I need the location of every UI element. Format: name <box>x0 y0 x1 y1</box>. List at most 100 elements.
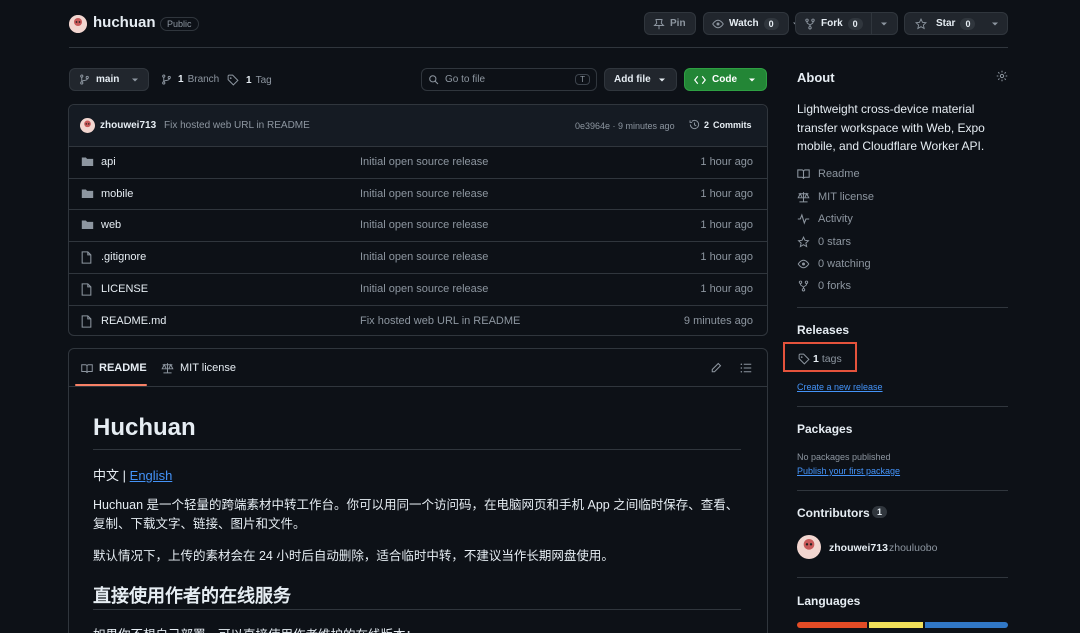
commits-link[interactable]: 2 Commits <box>689 119 752 130</box>
chevron-down-icon <box>749 78 755 81</box>
folder-icon-wrap <box>81 188 94 199</box>
gear-icon <box>996 70 1008 82</box>
file-name[interactable]: web <box>101 219 121 231</box>
about-forks-label: 0 forks <box>818 280 852 292</box>
star-count: 0 <box>960 17 976 30</box>
about-readme[interactable]: Readme <box>797 168 860 180</box>
file-commit-time: 9 minutes ago <box>683 314 753 327</box>
sidebar-divider-2 <box>797 406 1008 407</box>
file-row[interactable]: README.md Fix hosted web URL in README 9 m… <box>69 304 767 337</box>
packages-heading[interactable]: Packages <box>797 422 852 436</box>
about-settings-button[interactable] <box>996 70 1008 82</box>
release-tags-label: tags <box>821 353 842 365</box>
commit-hash-time[interactable]: 0e3964e · 9 minutes ago <box>575 121 675 131</box>
create-release-link[interactable]: Create a new release <box>797 382 883 392</box>
about-activity-label: Activity <box>818 213 853 225</box>
file-commit-message[interactable]: Fix hosted web URL in README <box>360 315 520 327</box>
file-row[interactable]: mobile Initial open source release 1 hour … <box>69 177 767 210</box>
file-commit-time: 1 hour ago <box>700 187 753 200</box>
file-name[interactable]: api <box>101 156 116 168</box>
about-description-line-3: mobile, and Cloudflare Worker API. <box>797 139 985 153</box>
file-name[interactable]: README.md <box>101 315 166 327</box>
contributors-heading[interactable]: Contributors <box>797 506 870 520</box>
chevron-down-icon[interactable] <box>991 20 999 28</box>
file-commit-message[interactable]: Initial open source release <box>360 219 488 231</box>
about-activity[interactable]: Activity <box>797 213 853 225</box>
search-icon <box>429 75 439 85</box>
about-license[interactable]: MIT license <box>797 191 874 203</box>
folder-icon-wrap <box>81 156 94 167</box>
about-watching[interactable]: 0 watching <box>797 258 871 270</box>
language-bar-segment <box>797 622 868 628</box>
visibility-badge: Public <box>160 17 199 31</box>
file-name[interactable]: .gitignore <box>101 251 146 263</box>
lang-english-link[interactable]: English <box>130 468 173 483</box>
scale-icon <box>161 363 174 374</box>
language-switch: 中文 | English <box>93 465 172 484</box>
lang-separator: | <box>122 468 127 483</box>
contributors-count: 1 <box>872 506 888 518</box>
commit-author[interactable]: zhouwei713 <box>100 120 156 131</box>
branch-icon <box>162 74 171 85</box>
tab-license[interactable]: MIT license <box>161 362 236 374</box>
tags-count: 1 <box>246 74 252 86</box>
tab-readme[interactable]: README <box>81 362 147 374</box>
release-tags-link[interactable]: 1 tags <box>798 353 842 365</box>
file-commit-message[interactable]: Initial open source release <box>360 156 488 168</box>
fork-icon <box>805 18 815 29</box>
chevron-down-icon <box>658 78 665 81</box>
repo-avatar[interactable] <box>69 15 87 33</box>
watch-button[interactable]: Watch 0 <box>703 12 799 35</box>
contributor-name[interactable]: zhouwei713 <box>829 542 888 554</box>
about-forks[interactable]: 0 forks <box>797 280 851 292</box>
releases-heading[interactable]: Releases <box>797 323 849 337</box>
fork-button[interactable]: Fork 0 <box>795 12 898 35</box>
file-name[interactable]: LICENSE <box>101 283 148 295</box>
watch-count: 0 <box>763 17 779 30</box>
about-stars[interactable]: 0 stars <box>797 236 851 248</box>
code-button[interactable]: Code <box>684 68 767 91</box>
about-heading: About <box>797 70 835 85</box>
fork-label: Fork <box>821 18 843 29</box>
file-icon-wrap <box>81 283 92 296</box>
go-to-file-input[interactable]: Go to file T <box>421 68 597 91</box>
file-row[interactable]: .gitignore Initial open source release 1 h… <box>69 241 767 273</box>
file-row[interactable]: web Initial open source release 1 hour ago <box>69 209 767 241</box>
repo-name[interactable]: huchuan <box>93 14 156 31</box>
publish-package-link[interactable]: Publish your first package <box>797 466 900 476</box>
language-bar-segment <box>925 622 1008 628</box>
file-icon-wrap <box>81 314 92 328</box>
add-file-button[interactable]: Add file <box>604 68 677 91</box>
branches-link[interactable]: 1 Branch <box>161 74 219 85</box>
book-icon <box>81 363 93 373</box>
readme-para-1-line-2: 复制、下载文字、链接、图片和文件。 <box>93 517 306 531</box>
list-icon <box>740 363 752 373</box>
commits-count: 2 <box>704 119 710 130</box>
folder-icon <box>81 157 94 166</box>
sidebar-divider-4 <box>797 577 1008 578</box>
commit-avatar[interactable] <box>80 118 95 133</box>
folder-icon-wrap <box>81 219 94 230</box>
file-commit-message[interactable]: Initial open source release <box>360 188 488 200</box>
file-commit-message[interactable]: Initial open source release <box>360 251 488 263</box>
readme-tabs-divider <box>69 386 767 387</box>
branch-selector[interactable]: main <box>69 68 149 91</box>
watch-label: Watch <box>729 18 759 29</box>
file-commit-message[interactable]: Initial open source release <box>360 283 488 295</box>
branches-label: Branch <box>187 74 220 85</box>
about-readme-label: Readme <box>818 168 860 180</box>
star-button[interactable]: Star 0 <box>904 12 1008 35</box>
file-name[interactable]: mobile <box>101 188 133 200</box>
branch-name: main <box>96 74 120 85</box>
readme-title-divider <box>93 449 741 450</box>
edit-readme-button[interactable] <box>710 362 722 374</box>
outline-button[interactable] <box>740 362 752 374</box>
readme-para-2: 默认情况下，上传的素材会在 24 小时后自动删除，适合临时中转，不建议当作长期网… <box>93 549 614 563</box>
file-row[interactable]: LICENSE Initial open source release 1 hour… <box>69 272 767 305</box>
file-row[interactable]: api Initial open source release 1 hour ago <box>69 146 767 178</box>
pin-button[interactable]: Pin <box>644 12 696 35</box>
chevron-down-icon[interactable] <box>880 20 888 28</box>
contributor-avatar[interactable] <box>797 535 821 559</box>
commit-message[interactable]: Fix hosted web URL in README <box>164 120 310 131</box>
tags-link[interactable]: 1 Tag <box>227 74 272 86</box>
